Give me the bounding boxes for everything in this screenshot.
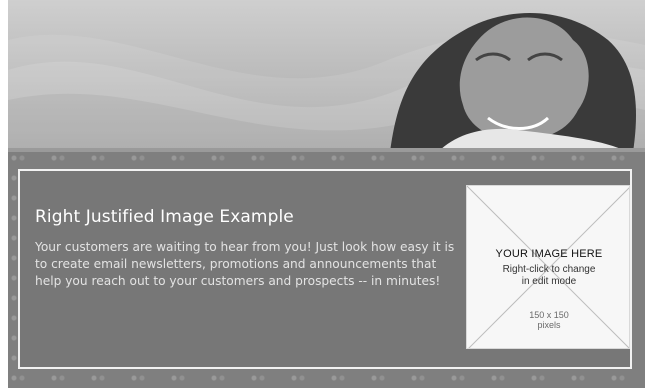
- header-graphic: [8, 12, 645, 152]
- image-placeholder-instruction-line2: in edit mode: [521, 276, 577, 287]
- content-card: Right Justified Image Example Your custo…: [18, 169, 632, 369]
- content-title: Right Justified Image Example: [35, 207, 294, 227]
- image-placeholder-size: 150 x 150: [529, 310, 569, 320]
- background-pattern: Right Justified Image Example Your custo…: [8, 152, 645, 388]
- image-placeholder-heading: YOUR IMAGE HERE: [495, 248, 603, 260]
- image-placeholder-size-unit: pixels: [537, 320, 561, 330]
- image-placeholder-instruction-line1: Right-click to change: [502, 264, 596, 275]
- portrait-photo: [390, 12, 637, 152]
- email-template-frame: Right Justified Image Example Your custo…: [0, 0, 653, 388]
- content-body: Your customers are waiting to hear from …: [35, 240, 455, 288]
- image-placeholder[interactable]: YOUR IMAGE HERE Right-click to change in…: [466, 185, 630, 349]
- header-banner: [8, 0, 645, 152]
